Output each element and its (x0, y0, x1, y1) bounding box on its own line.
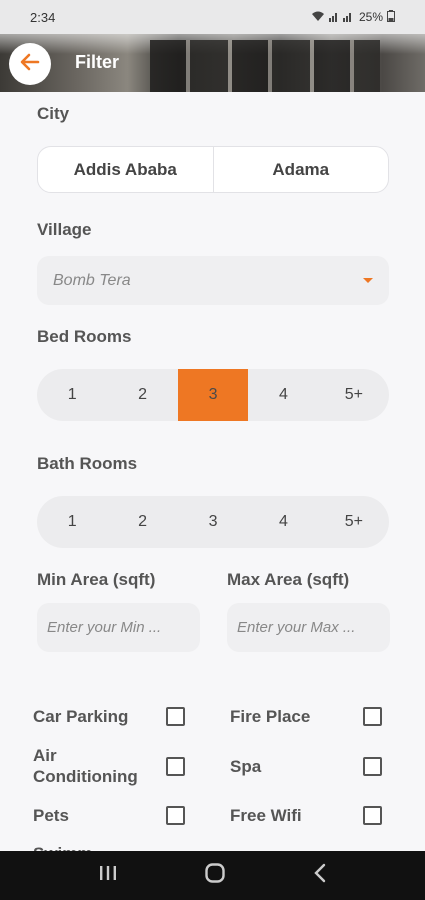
signal-icon (328, 10, 355, 25)
system-nav-bar (0, 851, 425, 900)
page-title: Filter (75, 52, 120, 72)
battery-icon (387, 9, 395, 25)
bathrooms-option-5-plus[interactable]: 5+ (319, 496, 389, 548)
header-banner: Filter (0, 34, 425, 92)
bedrooms-selector: 1 2 3 4 5+ (37, 369, 389, 421)
battery-percent: 25% (358, 10, 383, 24)
bathrooms-option-1[interactable]: 1 (37, 496, 107, 548)
max-area-label: Max Area (sqft) (227, 570, 350, 589)
car-parking-checkbox[interactable] (166, 707, 185, 726)
free-wifi-checkbox[interactable] (363, 806, 382, 825)
bathrooms-label: Bath Rooms (37, 454, 138, 473)
city-selector: Addis Ababa Adama (37, 146, 389, 193)
status-time: 2:34 (30, 9, 56, 25)
city-option-addis-ababa[interactable]: Addis Ababa (38, 147, 213, 192)
bedrooms-option-3[interactable]: 3 (177, 369, 249, 421)
back-chevron-icon[interactable] (313, 863, 327, 888)
city-label: City (37, 104, 70, 123)
air-conditioning-label-line2: Conditioning (33, 767, 138, 786)
bathrooms-option-4[interactable]: 4 (248, 496, 318, 548)
status-icons: 25% (311, 9, 395, 25)
air-conditioning-label: Air Conditioning (33, 745, 138, 787)
bathrooms-option-2[interactable]: 2 (107, 496, 177, 548)
spa-checkbox[interactable] (363, 757, 382, 776)
air-conditioning-label-line1: Air (33, 746, 57, 765)
fire-place-label: Fire Place (230, 707, 311, 726)
fire-place-checkbox[interactable] (363, 707, 382, 726)
pets-label: Pets (33, 806, 69, 825)
village-value: Bomb Tera (53, 271, 131, 289)
max-area-input[interactable]: Enter your Max ... (227, 603, 390, 652)
min-area-input[interactable]: Enter your Min ... (37, 603, 200, 652)
min-area-label: Min Area (sqft) (37, 570, 156, 589)
air-conditioning-checkbox[interactable] (166, 757, 185, 776)
free-wifi-label: Free Wifi (230, 806, 302, 825)
car-parking-label: Car Parking (33, 707, 129, 726)
bedrooms-label: Bed Rooms (37, 327, 132, 346)
recents-icon[interactable] (99, 865, 117, 886)
wifi-icon (311, 10, 325, 25)
bedrooms-option-2[interactable]: 2 (107, 369, 177, 421)
caret-down-icon (363, 278, 373, 283)
city-option-adama[interactable]: Adama (212, 147, 389, 192)
back-button[interactable] (9, 43, 51, 85)
arrow-left-icon (20, 53, 40, 76)
pets-checkbox[interactable] (166, 806, 185, 825)
bedrooms-option-4[interactable]: 4 (248, 369, 318, 421)
village-dropdown[interactable]: Bomb Tera (37, 256, 389, 305)
bathrooms-option-3[interactable]: 3 (178, 496, 248, 548)
spa-label: Spa (230, 757, 262, 776)
bedrooms-option-1[interactable]: 1 (37, 369, 107, 421)
status-bar: 2:34 25% (0, 0, 425, 34)
home-icon[interactable] (204, 862, 226, 889)
bathrooms-selector: 1 2 3 4 5+ (37, 496, 389, 548)
village-label: Village (37, 220, 92, 239)
bedrooms-option-5-plus[interactable]: 5+ (319, 369, 389, 421)
